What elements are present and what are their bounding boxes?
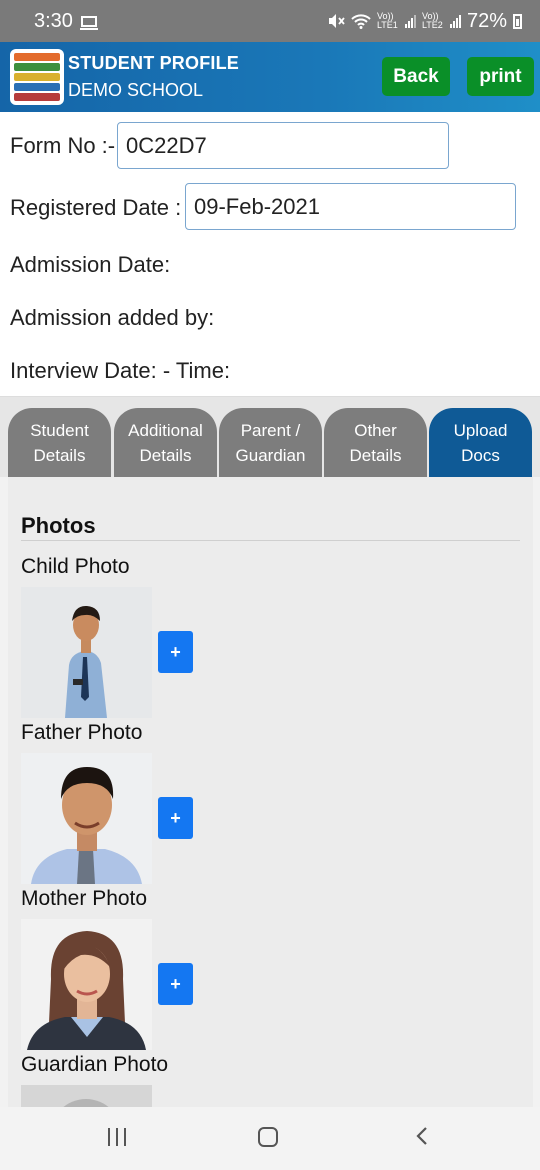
school-logo	[10, 49, 64, 105]
add-mother-photo-button[interactable]: +	[158, 963, 193, 1005]
status-icons: Vo)) LTE1 Vo)) LTE2 72%	[327, 10, 522, 33]
father-photo	[21, 753, 152, 884]
registered-date-label: Registered Date :	[10, 195, 182, 220]
tab-other-details[interactable]: Other Details	[324, 408, 427, 477]
print-button[interactable]: print	[467, 57, 534, 96]
tab-bar: Student Details Additional Details Paren…	[0, 397, 540, 477]
tab-student-details[interactable]: Student Details	[8, 408, 111, 477]
battery-icon	[513, 13, 522, 29]
section-divider	[21, 540, 520, 541]
interview-date-label: Interview Date: - Time:	[10, 358, 231, 383]
add-father-photo-button[interactable]: +	[158, 797, 193, 839]
photos-section-title: Photos	[21, 513, 96, 538]
mother-photo	[21, 919, 152, 1050]
battery-percent: 72%	[466, 9, 507, 32]
child-photo-label: Child Photo	[21, 555, 130, 578]
system-nav-bar	[0, 1107, 540, 1170]
mute-icon	[328, 14, 345, 28]
child-photo	[21, 587, 152, 718]
add-child-photo-button[interactable]: +	[158, 631, 193, 673]
mother-photo-label: Mother Photo	[21, 887, 148, 910]
school-name: DEMO SCHOOL	[68, 80, 204, 100]
admission-added-by-label: Admission added by:	[10, 305, 215, 330]
profile-form: Form No :- 0C22D7 Registered Date : 09-F…	[0, 112, 540, 397]
form-no-field[interactable]: 0C22D7	[117, 122, 449, 169]
screen-cast-icon	[79, 15, 98, 30]
home-icon[interactable]	[258, 1127, 278, 1147]
father-photo-label: Father Photo	[21, 721, 143, 744]
network-label-1: Vo)) LTE1	[376, 11, 398, 30]
network-label-2: Vo)) LTE2	[421, 11, 443, 30]
wifi-icon	[351, 14, 371, 29]
page-title: STUDENT PROFILE	[68, 53, 240, 73]
signal-icon-2	[449, 14, 461, 28]
back-nav-icon[interactable]	[412, 1125, 434, 1147]
tab-additional-details[interactable]: Additional Details	[114, 408, 217, 477]
admission-date-label: Admission Date:	[10, 252, 171, 277]
tab-parent-guardian[interactable]: Parent / Guardian	[219, 408, 322, 477]
status-time: 3:30	[34, 9, 73, 32]
form-no-label: Form No :-	[10, 133, 116, 158]
status-bar: 3:30 Vo)) LTE1 Vo)) LTE2 72%	[0, 0, 540, 42]
app-header: STUDENT PROFILE DEMO SCHOOL Back print	[0, 42, 540, 112]
registered-date-field[interactable]: 09-Feb-2021	[185, 183, 516, 230]
upload-docs-panel: Photos Child Photo + Father Photo + Moth…	[8, 477, 533, 1107]
tab-upload-docs[interactable]: Upload Docs	[429, 408, 532, 477]
signal-icon-1	[404, 14, 416, 28]
recent-apps-icon[interactable]	[108, 1128, 126, 1146]
guardian-photo-placeholder	[21, 1085, 152, 1107]
guardian-photo-label: Guardian Photo	[21, 1053, 169, 1076]
back-button[interactable]: Back	[382, 57, 450, 96]
